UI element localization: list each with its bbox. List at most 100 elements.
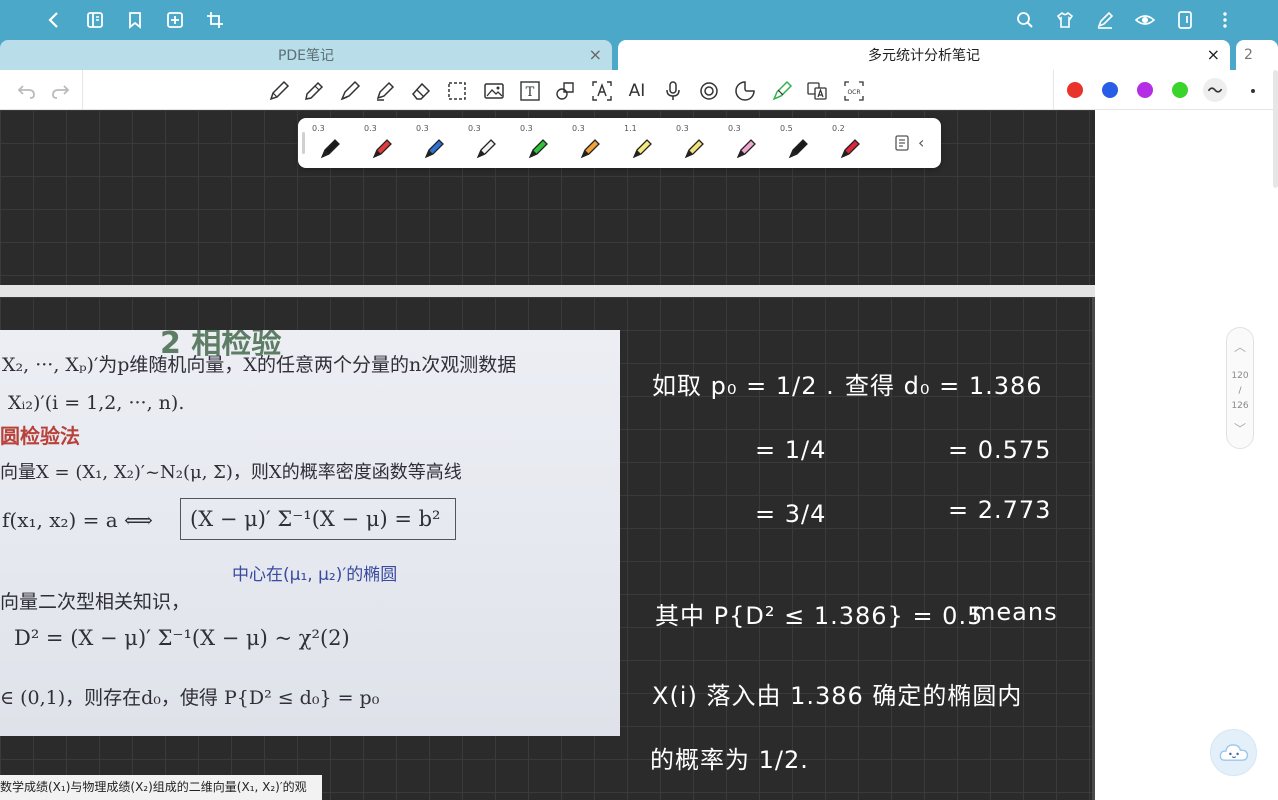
- tab-multivariate-notes[interactable]: 多元统计分析笔记 ×: [618, 40, 1230, 70]
- undo-icon[interactable]: [14, 78, 40, 104]
- pen-size-label: 0.3: [312, 124, 325, 133]
- ocr-icon[interactable]: OCR: [841, 78, 867, 104]
- page-navigator[interactable]: ︿ 120 / 126 ﹀: [1226, 327, 1254, 449]
- more-icon[interactable]: [1213, 8, 1237, 32]
- color-swatch-red[interactable]: [1067, 82, 1083, 98]
- side-panel-handle[interactable]: [1273, 70, 1278, 188]
- screenshot-section-title: 圆检验法: [0, 424, 80, 448]
- pen-icon: [840, 139, 860, 159]
- tab-close-button[interactable]: ×: [1207, 46, 1220, 64]
- pen-size-label: 0.3: [520, 124, 533, 133]
- page-separator: [0, 285, 1095, 297]
- crop-icon[interactable]: [203, 8, 227, 32]
- collapse-palette-icon[interactable]: ‹: [918, 133, 924, 152]
- tab-count-label: 2: [1244, 47, 1253, 63]
- pen-icon: [736, 139, 756, 159]
- highlighter-icon[interactable]: [372, 78, 398, 104]
- color-swatch-green[interactable]: [1172, 82, 1188, 98]
- pen-preset[interactable]: 0.3: [726, 122, 766, 164]
- pen-icon: [320, 139, 340, 159]
- pen-icon: [788, 139, 808, 159]
- pen-mode-icon[interactable]: [1093, 8, 1117, 32]
- translate-icon[interactable]: [804, 78, 830, 104]
- pen-size-label: 0.3: [676, 124, 689, 133]
- text-recognize-icon[interactable]: [589, 78, 615, 104]
- right-margin: [1095, 110, 1278, 800]
- pen-preset[interactable]: 0.3: [310, 122, 350, 164]
- current-page-number: 120: [1231, 371, 1249, 381]
- screenshot-formula: (X − μ)′ Σ⁻¹(X − μ) = b²: [190, 507, 441, 531]
- eye-icon[interactable]: [1133, 8, 1157, 32]
- brush-pen-icon[interactable]: [337, 78, 363, 104]
- handwritten-note[interactable]: = 0.575: [948, 436, 1051, 464]
- pen-size-label: 1.1: [624, 124, 637, 133]
- tab-label: 多元统计分析笔记: [868, 48, 980, 64]
- image-icon[interactable]: [481, 78, 507, 104]
- pen-icon: [476, 139, 496, 159]
- lasso-select-icon[interactable]: [444, 78, 470, 104]
- handwritten-note[interactable]: = 3/4: [755, 500, 826, 528]
- handwritten-note[interactable]: X(i) 落入由 1.386 确定的椭圆内: [652, 676, 1022, 711]
- search-icon[interactable]: [1013, 8, 1037, 32]
- handwritten-note[interactable]: 查得 d₀ = 1.386: [845, 366, 1043, 401]
- tabs-row: PDE笔记 × 多元统计分析笔记 × 2: [0, 40, 1278, 70]
- pencil-icon[interactable]: [301, 78, 327, 104]
- stroke-width-dot-icon[interactable]: [1240, 78, 1266, 104]
- theme-shirt-icon[interactable]: [1053, 8, 1077, 32]
- color-swatch-purple[interactable]: [1137, 82, 1153, 98]
- pen-size-label: 0.3: [416, 124, 429, 133]
- eraser-icon[interactable]: [408, 78, 434, 104]
- pasted-screenshot-caption[interactable]: 数学成绩(X₁)与物理成绩(X₂)组成的二维向量(X₁, X₂)′的观: [0, 775, 322, 800]
- handwritten-note[interactable]: = 1/4: [755, 436, 826, 464]
- pen-preset[interactable]: 1.1: [622, 122, 662, 164]
- bookmark-icon[interactable]: [123, 8, 147, 32]
- ocr-label: OCR: [847, 89, 860, 96]
- pen-preset[interactable]: 0.3: [362, 122, 402, 164]
- pen-icon: [684, 139, 704, 159]
- pen-preset[interactable]: 0.3: [674, 122, 714, 164]
- tab-overflow[interactable]: 2: [1236, 40, 1278, 70]
- stroke-style-icon[interactable]: [1203, 78, 1227, 102]
- pen-preset[interactable]: 0.3: [466, 122, 506, 164]
- pen-preset[interactable]: 0.3: [414, 122, 454, 164]
- pen-settings-icon[interactable]: [893, 134, 911, 152]
- ai-icon[interactable]: AI: [624, 78, 650, 104]
- palette-drag-handle[interactable]: [302, 132, 305, 154]
- text-tool-icon[interactable]: T: [517, 78, 543, 104]
- pen-preset[interactable]: 0.5: [778, 122, 818, 164]
- handwritten-note[interactable]: = 2.773: [948, 496, 1051, 524]
- screenshot-line: X₂, ···, Xₚ)′为p维随机向量，X的任意两个分量的n次观测数据: [2, 354, 517, 376]
- microphone-icon[interactable]: [660, 78, 686, 104]
- sticker-icon[interactable]: [732, 78, 758, 104]
- tab-close-button[interactable]: ×: [589, 46, 602, 64]
- redo-icon[interactable]: [47, 78, 73, 104]
- handwritten-note[interactable]: 其中 P{D² ≤ 1.386} = 0.5: [655, 596, 983, 631]
- assistant-cloud-icon[interactable]: [1210, 729, 1257, 776]
- pen-preset[interactable]: 0.3: [570, 122, 610, 164]
- handwritten-note[interactable]: 的概率为 1/2.: [650, 740, 809, 775]
- total-page-number: 126: [1231, 401, 1249, 411]
- pen-preset[interactable]: 0.3: [518, 122, 558, 164]
- pen-size-label: 0.3: [364, 124, 377, 133]
- handwritten-note[interactable]: 如取 p₀ = 1/2 .: [652, 366, 835, 401]
- shapes-icon[interactable]: [552, 78, 578, 104]
- screenshot-line: 向量X = (X₁, X₂)′~N₂(μ, Σ)，则X的概率密度函数等高线: [0, 462, 462, 483]
- handwritten-note[interactable]: means: [972, 598, 1058, 626]
- add-page-icon[interactable]: [163, 8, 187, 32]
- book-icon[interactable]: [83, 8, 107, 32]
- audio-record-icon[interactable]: [696, 78, 722, 104]
- pen-preset[interactable]: 0.2: [830, 122, 870, 164]
- screenshot-line: 向量二次型相关知识，: [0, 591, 191, 613]
- back-icon[interactable]: [42, 8, 66, 32]
- page-up-icon[interactable]: ︿: [1234, 338, 1246, 355]
- color-swatch-blue[interactable]: [1102, 82, 1118, 98]
- device-icon[interactable]: [1173, 8, 1197, 32]
- laser-pointer-icon[interactable]: [769, 78, 795, 104]
- pen-size-label: 0.3: [728, 124, 741, 133]
- page-down-icon[interactable]: ﹀: [1234, 420, 1246, 437]
- pasted-lecture-screenshot[interactable]: 2 相检验 X₂, ···, Xₚ)′为p维随机向量，X的任意两个分量的n次观测…: [0, 330, 620, 736]
- fountain-pen-icon[interactable]: [266, 78, 292, 104]
- text-tool-label: T: [526, 85, 535, 100]
- screenshot-line: Xᵢ₂)′(i = 1,2, ···, n).: [8, 392, 185, 414]
- tab-pde-notes[interactable]: PDE笔记 ×: [0, 40, 612, 70]
